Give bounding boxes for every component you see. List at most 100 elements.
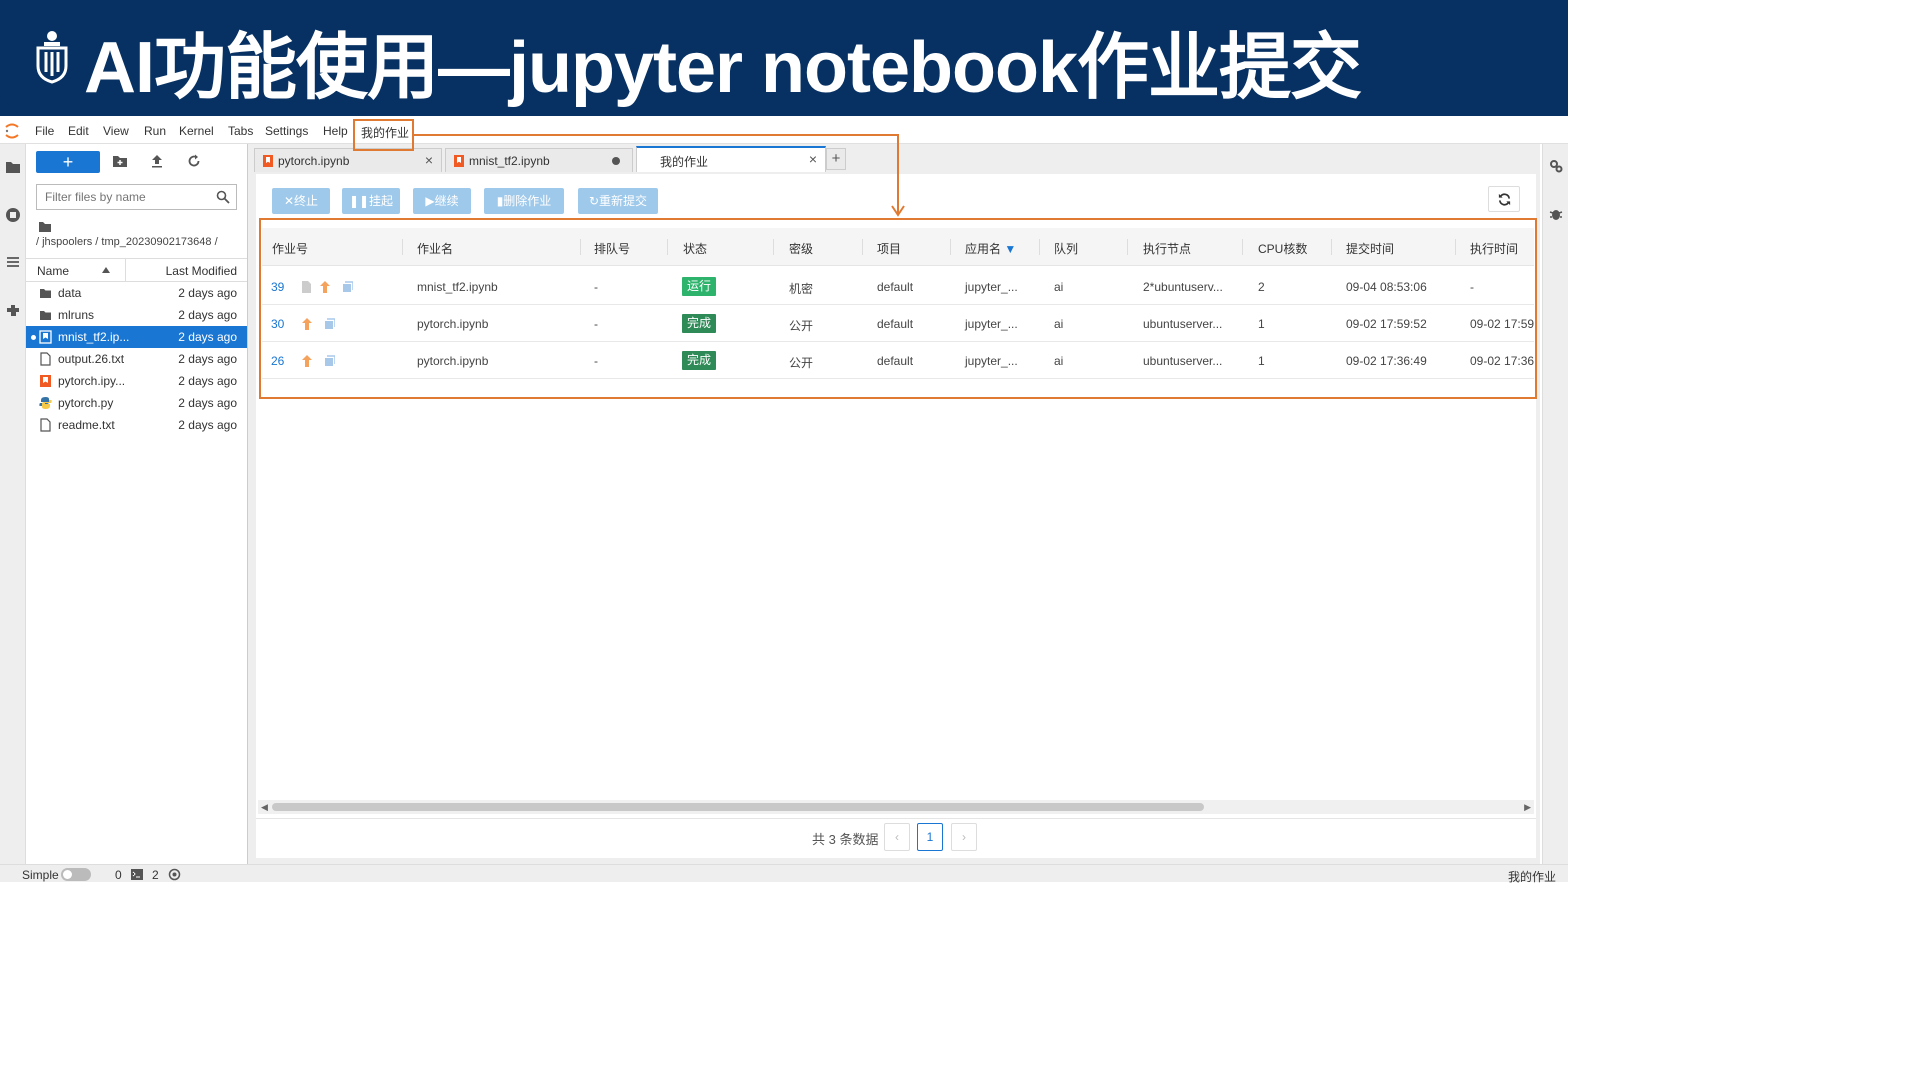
stop-label: 终止	[294, 194, 319, 208]
file-row-output[interactable]: output.26.txt 2 days ago	[26, 348, 247, 370]
notebook-icon	[39, 330, 52, 344]
file-list-header: Name Last Modified	[26, 258, 247, 282]
slide-banner: AI功能使用—jupyter notebook作业提交	[0, 0, 1568, 116]
file-modified: 2 days ago	[178, 286, 237, 300]
new-launcher-button[interactable]: +	[36, 151, 100, 173]
upload-icon[interactable]	[149, 153, 165, 169]
refresh-icon	[1498, 193, 1511, 206]
left-sidebar-rail	[0, 144, 26, 864]
banner-corner	[0, 96, 20, 116]
tab-mnist-tf2[interactable]: mnist_tf2.ipynb	[445, 148, 633, 172]
close-icon[interactable]: ×	[809, 151, 817, 167]
tab-label: 我的作业	[660, 155, 709, 169]
add-tab-button[interactable]: +	[826, 148, 846, 170]
file-row-readme[interactable]: readme.txt 2 days ago	[26, 414, 247, 436]
file-row-mnist-tf2[interactable]: mnist_tf2.ip... 2 days ago	[26, 326, 247, 348]
file-modified: 2 days ago	[178, 396, 237, 410]
sort-ascending-icon[interactable]	[102, 267, 110, 273]
terminal-count[interactable]: 2	[152, 868, 159, 882]
file-modified: 2 days ago	[178, 418, 237, 432]
extension-icon[interactable]	[4, 302, 22, 320]
notebook-icon	[454, 155, 464, 167]
stop-button[interactable]: ✕终止	[272, 188, 330, 214]
last-modified-column-header[interactable]: Last Modified	[166, 264, 237, 278]
job-table-highlight-box	[259, 218, 1537, 399]
debugger-bug-icon[interactable]	[1548, 206, 1564, 222]
tab-label: mnist_tf2.ipynb	[469, 154, 550, 168]
tab-pytorch-ipynb[interactable]: pytorch.ipynb ×	[254, 148, 442, 172]
column-divider	[125, 259, 126, 281]
current-panel-label: 我的作业	[1507, 870, 1556, 884]
tab-my-jobs[interactable]: 我的作业 ×	[636, 146, 826, 172]
suspend-label: 挂起	[369, 194, 394, 208]
jupyter-logo-icon	[5, 123, 19, 139]
delete-job-button[interactable]: ▮删除作业	[484, 188, 564, 214]
menu-view[interactable]: View	[103, 124, 129, 138]
resubmit-button[interactable]: ↻重新提交	[578, 188, 658, 214]
tab-label: pytorch.ipynb	[278, 154, 350, 168]
file-icon	[40, 418, 51, 432]
file-row-mlruns[interactable]: mlruns 2 days ago	[26, 304, 247, 326]
running-icon[interactable]	[4, 206, 22, 224]
file-modified: 2 days ago	[178, 330, 237, 344]
scroll-right-icon[interactable]: ▶	[1524, 802, 1531, 813]
search-icon	[216, 190, 230, 204]
menu-tabs[interactable]: Tabs	[228, 124, 253, 138]
next-page-button[interactable]: ›	[951, 823, 977, 851]
file-modified: 2 days ago	[178, 374, 237, 388]
refresh-icon[interactable]	[186, 153, 202, 169]
prev-page-button[interactable]: ‹	[884, 823, 910, 851]
terminal-icon[interactable]	[131, 869, 143, 880]
file-icon	[40, 352, 51, 366]
folder-icon[interactable]	[4, 158, 22, 176]
kernel-count[interactable]: 0	[115, 868, 122, 882]
python-icon	[39, 397, 52, 409]
file-modified: 2 days ago	[178, 308, 237, 322]
breadcrumb[interactable]: / jhspoolers / tmp_20230902173648 /	[36, 236, 218, 248]
unsaved-dot-icon[interactable]	[612, 157, 620, 165]
file-name: pytorch.ipy...	[58, 374, 126, 388]
resume-button[interactable]: ▶继续	[413, 188, 471, 214]
file-name: mnist_tf2.ip...	[58, 330, 130, 344]
filter-files-field[interactable]	[36, 184, 237, 210]
menu-settings[interactable]: Settings	[265, 124, 308, 138]
file-row-pytorch-py[interactable]: pytorch.py 2 days ago	[26, 392, 247, 414]
name-column-header[interactable]: Name	[37, 264, 69, 278]
refresh-table-button[interactable]	[1488, 186, 1520, 212]
new-folder-icon[interactable]	[112, 153, 128, 169]
breadcrumb-home-icon[interactable]	[38, 221, 52, 233]
status-bar: Simple 0 2 我的作业	[0, 864, 1568, 884]
menu-help[interactable]: Help	[323, 124, 348, 138]
file-name: data	[58, 286, 82, 300]
file-row-data[interactable]: data 2 days ago	[26, 282, 247, 304]
resubmit-label: 重新提交	[599, 194, 648, 208]
suspend-button[interactable]: ❚❚挂起	[342, 188, 400, 214]
slide-title: AI功能使用—jupyter notebook作业提交	[84, 28, 1362, 108]
menu-file[interactable]: File	[35, 124, 54, 138]
menu-kernel[interactable]: Kernel	[179, 124, 214, 138]
menu-run[interactable]: Run	[144, 124, 166, 138]
scrollbar-thumb[interactable]	[272, 803, 1204, 811]
horizontal-scrollbar[interactable]: ◀ ▶	[258, 800, 1534, 814]
file-name: pytorch.py	[58, 396, 114, 410]
file-name: readme.txt	[58, 418, 115, 432]
file-row-pytorch-ipynb[interactable]: pytorch.ipy... 2 days ago	[26, 370, 247, 392]
toggle-knob	[63, 870, 72, 879]
right-sidebar-rail	[1542, 144, 1568, 864]
property-inspector-icon[interactable]	[1548, 158, 1564, 174]
simple-mode-toggle[interactable]	[61, 868, 91, 881]
simple-mode-label: Simple	[22, 868, 59, 882]
filter-files-input[interactable]	[37, 185, 207, 209]
file-name: output.26.txt	[58, 352, 125, 366]
scroll-left-icon[interactable]: ◀	[261, 802, 268, 813]
university-logo-icon	[36, 31, 68, 84]
file-modified: 2 days ago	[178, 352, 237, 366]
page-1-button[interactable]: 1	[917, 823, 943, 851]
close-icon[interactable]: ×	[425, 152, 433, 168]
notebook-icon	[40, 375, 51, 387]
menu-highlight-box	[353, 119, 414, 151]
pagination-divider	[256, 818, 1536, 819]
kernel-status-icon[interactable]	[168, 868, 181, 881]
toc-icon[interactable]	[4, 254, 22, 272]
menu-edit[interactable]: Edit	[68, 124, 89, 138]
